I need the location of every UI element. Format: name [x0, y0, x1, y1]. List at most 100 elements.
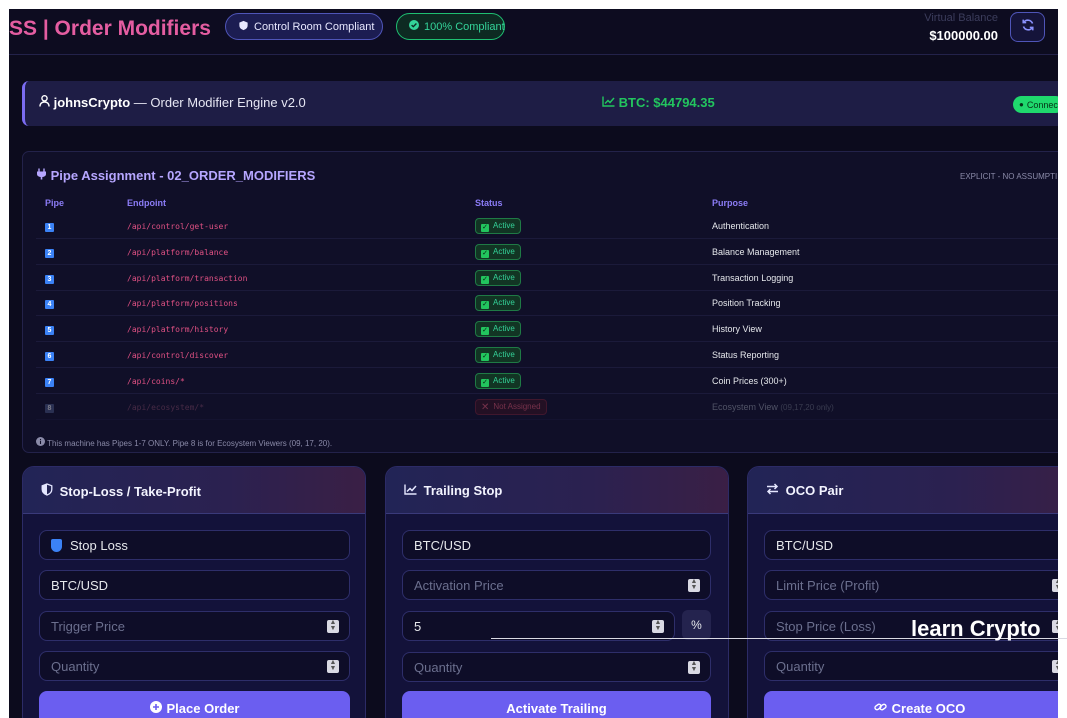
status-badge: ✓ Active	[475, 244, 521, 260]
pipe-assignment-title: Pipe Assignment - 02_ORDER_MODIFIERS	[36, 168, 315, 183]
order-type-select[interactable]: Stop Loss	[39, 530, 350, 560]
column-header-purpose: Purpose	[712, 198, 749, 208]
status-cell: ✓ Active	[475, 218, 521, 234]
check-icon: ✓	[481, 250, 489, 258]
limit-price-input[interactable]: Limit Price (Profit) ▲▼	[764, 570, 1058, 600]
status-badge: ✓ Active	[475, 295, 521, 311]
activate-trailing-button[interactable]: Activate Trailing	[402, 691, 711, 718]
status-badge: ✓ Active	[475, 270, 521, 286]
trailing-card-header: Trailing Stop	[386, 467, 728, 514]
stop-price-placeholder: Stop Price (Loss)	[776, 618, 876, 634]
check-icon: ✓	[481, 379, 489, 387]
trail-amount-input[interactable]: 5 ▲ ▼	[402, 611, 675, 641]
percent-unit-label: %	[682, 610, 711, 640]
table-row: 8 /api/ecosystem/* ✕ Not Assigned Ecosyst…	[36, 395, 1058, 420]
number-stepper[interactable]: ▲▼	[652, 619, 664, 633]
number-stepper[interactable]: ▲▼	[327, 619, 339, 633]
oco-card-header: OCO Pair	[748, 467, 1058, 514]
column-header-pipe: Pipe	[45, 198, 65, 208]
trigger-price-input[interactable]: Trigger Price ▲ ▼	[39, 611, 350, 641]
pipe-number: 7	[45, 376, 54, 387]
number-stepper[interactable]: ▲▼	[327, 659, 339, 673]
shield-icon	[51, 538, 62, 552]
number-2-icon: 2	[45, 249, 54, 258]
status-badge: ✓ Active	[475, 321, 521, 337]
trail-amount-value: 5	[414, 618, 422, 634]
virtual-balance-label: Virtual Balance	[924, 12, 998, 24]
endpoint-cell: /api/coins/*	[127, 377, 185, 386]
app-window: SS | Order Modifiers Control Room Compli…	[9, 9, 1058, 718]
status-badge: ✕ Not Assigned	[475, 399, 547, 415]
number-8-icon: 8	[45, 404, 54, 413]
user-icon	[39, 95, 54, 110]
endpoint-cell: /api/platform/balance	[127, 248, 229, 257]
btc-price: BTC: $44794.35	[602, 95, 715, 110]
number-stepper[interactable]: ▲▼	[688, 578, 700, 592]
create-oco-button[interactable]: Create OCO	[764, 691, 1058, 718]
check-icon: ✓	[481, 276, 489, 284]
activation-price-input[interactable]: Activation Price ▲ ▼	[402, 570, 711, 600]
table-row: 4 /api/platform/positions ✓ Active Positi…	[36, 291, 1058, 316]
number-stepper[interactable]: ▲▼	[1052, 659, 1058, 673]
pipe-number: 5	[45, 324, 54, 335]
purpose-cell: Ecosystem View (09,17,20 only)	[712, 402, 834, 412]
sltp-pair-input[interactable]: BTC/USD	[39, 570, 350, 600]
purpose-cell: Position Tracking	[712, 298, 781, 308]
status-cell: ✓ Active	[475, 270, 521, 286]
status-cell: ✓ Active	[475, 373, 521, 389]
purpose-hint: (09,17,20 only)	[780, 403, 834, 412]
endpoint-cell: /api/platform/history	[127, 325, 229, 334]
refresh-icon	[1021, 18, 1035, 36]
chart-line-icon	[404, 483, 421, 498]
number-stepper[interactable]: ▲▼	[1052, 578, 1058, 592]
connection-badge: ● Connec	[1013, 96, 1058, 113]
sltp-quantity-input[interactable]: Quantity ▲ ▼	[39, 651, 350, 681]
sltp-quantity-placeholder: Quantity	[51, 658, 100, 674]
limit-price-placeholder: Limit Price (Profit)	[776, 577, 880, 593]
trailing-quantity-input[interactable]: Quantity ▲ ▼	[402, 652, 711, 682]
pipe-number: 4	[45, 298, 54, 309]
status-cell: ✓ Active	[475, 347, 521, 363]
status-cell: ✓ Active	[475, 244, 521, 260]
trailing-pair-input[interactable]: BTC/USD	[402, 530, 711, 560]
sltp-card-header: Stop-Loss / Take-Profit	[23, 467, 365, 514]
pipe-assignment-panel: Pipe Assignment - 02_ORDER_MODIFIERS EXP…	[22, 151, 1058, 453]
status-dot-icon: ●	[1019, 100, 1024, 109]
plug-icon	[36, 168, 51, 183]
activation-price-placeholder: Activation Price	[414, 577, 504, 593]
sltp-card-title: Stop-Loss / Take-Profit	[41, 483, 201, 499]
oco-card: OCO Pair BTC/USD Limit Price (Profit) ▲▼…	[747, 466, 1058, 718]
status-cell: ✓ Active	[475, 321, 521, 337]
pipe-number: 2	[45, 247, 54, 258]
plus-circle-icon	[149, 701, 162, 718]
status-cell: ✕ Not Assigned	[475, 399, 547, 415]
check-icon: ✓	[481, 224, 489, 232]
purpose-cell: Balance Management	[712, 247, 800, 257]
status-cell: ✓ Active	[475, 295, 521, 311]
virtual-balance-value: $100000.00	[929, 28, 998, 43]
oco-quantity-input[interactable]: Quantity ▲▼	[764, 651, 1058, 681]
purpose-cell: Coin Prices (300+)	[712, 376, 787, 386]
check-icon: ✓	[481, 327, 489, 335]
place-order-button[interactable]: Place Order	[39, 691, 350, 718]
endpoint-cell: /api/control/discover	[127, 351, 229, 360]
compliance-badge-label: 100% Compliant	[424, 20, 505, 33]
table-row: 3 /api/platform/transaction ✓ Active Tran…	[36, 266, 1058, 291]
status-badge: ✓ Active	[475, 373, 521, 389]
sltp-card: Stop-Loss / Take-Profit Stop Loss BTC/US…	[22, 466, 366, 718]
pipe-number: 3	[45, 273, 54, 284]
number-7-icon: 7	[45, 378, 54, 387]
number-stepper[interactable]: ▲▼	[688, 660, 700, 674]
watermark-text: learn Crypto	[911, 616, 1041, 641]
table-row: 7 /api/coins/* ✓ Active Coin Prices (300+…	[36, 369, 1058, 394]
top-bar: SS | Order Modifiers Control Room Compli…	[9, 9, 1058, 55]
pipe-number: 6	[45, 350, 54, 361]
oco-pair-input[interactable]: BTC/USD	[764, 530, 1058, 560]
pipe-number: 1	[45, 221, 54, 232]
purpose-cell: Authentication	[712, 221, 770, 231]
column-header-endpoint: Endpoint	[127, 198, 166, 208]
app-title: SS | Order Modifiers	[9, 17, 211, 40]
number-3-icon: 3	[45, 275, 54, 284]
number-stepper[interactable]: ▲▼	[1052, 619, 1058, 633]
refresh-button[interactable]	[1010, 12, 1045, 42]
